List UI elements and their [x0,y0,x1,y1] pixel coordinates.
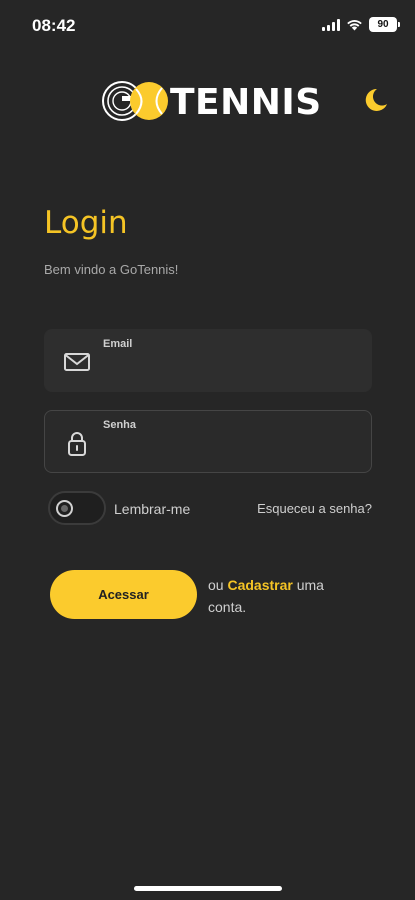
login-button[interactable]: Acessar [50,570,197,619]
signup-prompt: ou Cadastrar uma conta. [208,574,358,618]
forgot-password-link[interactable]: Esqueceu a senha? [257,501,372,516]
tennis-ball-logo-icon [102,81,168,121]
status-icons: 90 [322,17,400,32]
email-input[interactable] [103,356,359,382]
status-bar: 08:42 90 [0,0,415,50]
welcome-subtitle: Bem vindo a GoTennis! [44,262,179,277]
remember-me-toggle[interactable] [48,491,106,525]
password-label: Senha [103,419,137,431]
email-label: Email [103,338,133,350]
home-indicator[interactable] [134,886,282,891]
toggle-knob [56,500,73,517]
app-logo: TENNIS [100,78,322,126]
logo-text: TENNIS [170,81,322,123]
moon-icon[interactable] [360,85,390,115]
signal-icon [322,18,340,31]
lock-icon [68,432,86,456]
wifi-icon [347,19,362,30]
battery-icon: 90 [369,17,400,32]
status-time: 08:42 [32,16,76,35]
password-input[interactable] [103,437,359,463]
page-title: Login [44,205,128,241]
remember-me-label: Lembrar-me [114,501,191,517]
signup-prefix: ou [208,577,228,593]
signup-link[interactable]: Cadastrar [227,577,292,593]
mail-icon [64,353,90,371]
email-field[interactable]: Email [44,329,372,392]
password-field[interactable]: Senha [44,410,372,473]
